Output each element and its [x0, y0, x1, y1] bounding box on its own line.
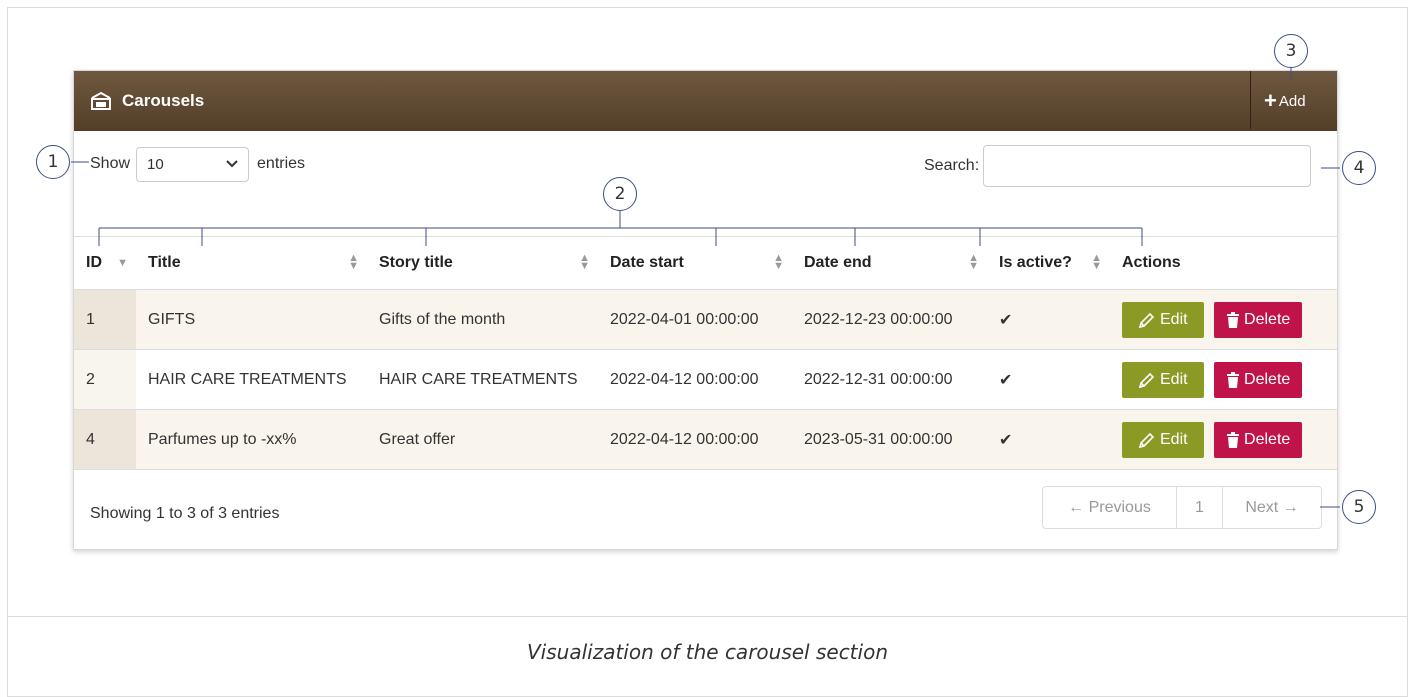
cell-id: 2: [74, 349, 136, 410]
callout-5: 5: [1342, 490, 1376, 524]
sort-icon: ▲ ▼: [773, 252, 784, 272]
panel-title: Carousels: [90, 89, 204, 113]
trash-icon: [1227, 311, 1240, 328]
table-header-row: ID ▼ Title ▲ ▼ Story title ▲ ▼ Date start …: [74, 236, 1337, 290]
cell-title: GIFTS: [136, 289, 367, 350]
header-separator: [1250, 71, 1251, 129]
caption-divider: [7, 616, 1408, 617]
sort-icon: ▲ ▼: [348, 252, 359, 272]
table-row: 1 GIFTS Gifts of the month 2022-04-01 00…: [74, 289, 1337, 350]
cell-date-start: 2022-04-12 00:00:00: [598, 349, 792, 410]
page-size-control: Show 10 entries: [90, 146, 306, 182]
column-header-is-active[interactable]: Is active? ▲ ▼: [987, 236, 1110, 290]
table-row: 4 Parfumes up to -xx% Great offer 2022-0…: [74, 409, 1337, 470]
sort-icon: ▲ ▼: [1091, 252, 1102, 272]
entries-label: entries: [257, 155, 306, 172]
column-header-story-title[interactable]: Story title ▲ ▼: [367, 236, 598, 290]
page-number-button[interactable]: 1: [1177, 487, 1223, 528]
next-page-button[interactable]: Next →: [1223, 487, 1321, 528]
cell-story-title: Gifts of the month: [367, 289, 598, 350]
column-header-title[interactable]: Title ▲ ▼: [136, 236, 367, 290]
cell-date-start: 2022-04-01 00:00:00: [598, 289, 792, 350]
cell-title: Parfumes up to -xx%: [136, 409, 367, 470]
carousels-table: ID ▼ Title ▲ ▼ Story title ▲ ▼ Date start …: [74, 236, 1337, 470]
figure-caption: Visualization of the carousel section: [527, 640, 888, 664]
cell-id: 1: [74, 289, 136, 350]
column-header-date-end[interactable]: Date end ▲ ▼: [792, 236, 987, 290]
pencil-icon: [1138, 312, 1155, 328]
sort-desc-icon: ▼: [117, 257, 128, 269]
search-input[interactable]: [983, 145, 1312, 187]
pencil-icon: [1138, 372, 1155, 388]
plus-icon: +: [1264, 88, 1277, 113]
cell-actions: Edit Delete: [1110, 409, 1337, 470]
add-button[interactable]: + Add: [1264, 89, 1306, 113]
column-header-actions: Actions: [1110, 236, 1337, 290]
edit-button[interactable]: Edit: [1122, 421, 1204, 458]
cell-actions: Edit Delete: [1110, 289, 1337, 350]
check-icon: ✔: [987, 289, 1110, 350]
table-info: Showing 1 to 3 of 3 entries: [90, 505, 280, 522]
delete-button[interactable]: Delete: [1214, 301, 1303, 338]
previous-page-button[interactable]: ← Previous: [1043, 487, 1177, 528]
sort-icon: ▲ ▼: [579, 252, 590, 272]
callout-4: 4: [1342, 151, 1376, 185]
chevron-down-icon: [226, 160, 238, 168]
trash-icon: [1227, 371, 1240, 388]
pagination: ← Previous 1 Next →: [1042, 486, 1322, 529]
carousel-icon: [91, 91, 111, 110]
check-icon: ✔: [987, 409, 1110, 470]
table-row: 2 HAIR CARE TREATMENTS HAIR CARE TREATME…: [74, 349, 1337, 410]
edit-button[interactable]: Edit: [1122, 301, 1204, 338]
column-header-id[interactable]: ID ▼: [74, 236, 136, 290]
cell-actions: Edit Delete: [1110, 349, 1337, 410]
cell-id: 4: [74, 409, 136, 470]
callout-2: 2: [603, 177, 637, 211]
search-label: Search:: [924, 157, 980, 174]
callout-1: 1: [36, 145, 70, 179]
pencil-icon: [1138, 432, 1155, 448]
search-control: Search:: [924, 145, 1312, 187]
page-size-select[interactable]: 10: [136, 146, 250, 182]
cell-date-end: 2023-05-31 00:00:00: [792, 409, 987, 470]
check-icon: ✔: [987, 349, 1110, 410]
cell-date-end: 2022-12-31 00:00:00: [792, 349, 987, 410]
edit-button[interactable]: Edit: [1122, 361, 1204, 398]
trash-icon: [1227, 431, 1240, 448]
cell-date-start: 2022-04-12 00:00:00: [598, 409, 792, 470]
cell-date-end: 2022-12-23 00:00:00: [792, 289, 987, 350]
cell-story-title: Great offer: [367, 409, 598, 470]
show-label: Show: [90, 155, 131, 172]
delete-button[interactable]: Delete: [1214, 421, 1303, 458]
add-button-label: Add: [1278, 92, 1306, 110]
sort-icon: ▲ ▼: [968, 252, 979, 272]
callout-3: 3: [1274, 34, 1308, 68]
cell-story-title: HAIR CARE TREATMENTS: [367, 349, 598, 410]
carousels-panel: Carousels + Add Show 10 entries Search: …: [73, 70, 1338, 550]
panel-title-text: Carousels: [122, 91, 205, 110]
cell-title: HAIR CARE TREATMENTS: [136, 349, 367, 410]
column-header-date-start[interactable]: Date start ▲ ▼: [598, 236, 792, 290]
page-size-value: 10: [147, 155, 164, 173]
panel-header: Carousels + Add: [74, 71, 1337, 131]
delete-button[interactable]: Delete: [1214, 361, 1303, 398]
